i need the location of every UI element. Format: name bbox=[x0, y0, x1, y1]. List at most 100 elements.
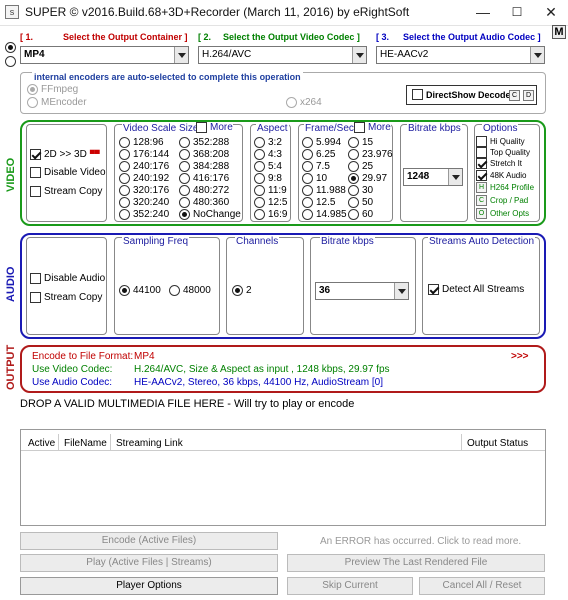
aspect-option[interactable]: 4:3 bbox=[254, 149, 282, 160]
aspect-option[interactable]: 3:2 bbox=[254, 137, 282, 148]
scale-option[interactable]: 480:360 bbox=[179, 197, 229, 208]
framerate-more-checkbox[interactable]: More bbox=[354, 122, 391, 133]
video-bitrate-title: Bitrate kbps bbox=[407, 123, 462, 134]
scale-option[interactable]: 416:176 bbox=[179, 173, 229, 184]
3d-glasses-icon: ▀▀ bbox=[89, 151, 100, 158]
fps-option[interactable]: 60 bbox=[348, 209, 373, 220]
output-video-label: Use Video Codec: bbox=[32, 364, 113, 375]
output-container-select[interactable]: MP4 bbox=[20, 46, 189, 64]
h264-profile-button[interactable]: H H264 Profile bbox=[476, 182, 534, 193]
scale-option[interactable]: 176:144 bbox=[119, 149, 169, 160]
scale-option[interactable]: 384:288 bbox=[179, 161, 229, 172]
channels-radio[interactable]: 2 bbox=[232, 285, 252, 296]
cancel-reset-button[interactable]: Cancel All / Reset bbox=[419, 577, 545, 595]
aspect-option[interactable]: 16:9 bbox=[254, 209, 287, 220]
col-divider bbox=[58, 434, 59, 450]
fps-option[interactable]: 14.985 bbox=[302, 209, 347, 220]
stretch-checkbox[interactable]: Stretch It bbox=[476, 158, 522, 169]
audio48k-checkbox[interactable]: 48K Audio bbox=[476, 170, 526, 181]
video-stream-copy-checkbox[interactable]: Stream Copy bbox=[30, 186, 102, 197]
error-message-link[interactable]: An ERROR has occurred. Click to read mor… bbox=[320, 536, 521, 547]
audio-codec-header: [ 3. Select the Output Audio Codec ] bbox=[376, 32, 541, 42]
freq-48000-radio[interactable]: 48000 bbox=[169, 285, 211, 296]
freq-44100-radio[interactable]: 44100 bbox=[119, 285, 161, 296]
chevron-down-icon bbox=[352, 47, 366, 63]
col-streaming-link[interactable]: Streaming Link bbox=[116, 438, 183, 449]
fps-option[interactable]: 6.25 bbox=[302, 149, 335, 160]
video-bitrate-select[interactable]: 1248 bbox=[403, 168, 463, 186]
fps-option[interactable]: 15 bbox=[348, 137, 373, 148]
x264-option: x264 bbox=[286, 97, 322, 108]
col-output-status[interactable]: Output Status bbox=[467, 438, 528, 449]
scale-option[interactable]: 240:176 bbox=[119, 161, 169, 172]
scale-option[interactable]: 352:288 bbox=[179, 137, 229, 148]
drop-zone-text: DROP A VALID MULTIMEDIA FILE HERE - Will… bbox=[20, 398, 355, 410]
scale-option[interactable]: 368:208 bbox=[179, 149, 229, 160]
options-title: Options bbox=[482, 123, 519, 134]
scale-option[interactable]: 352:240 bbox=[119, 209, 169, 220]
output-audio-label: Use Audio Codec: bbox=[32, 377, 113, 388]
fps-option[interactable]: 25 bbox=[348, 161, 373, 172]
other-opts-button[interactable]: O Other Opts bbox=[476, 208, 529, 219]
framerate-title: Frame/Sec bbox=[304, 123, 355, 134]
aspect-option[interactable]: 5:4 bbox=[254, 161, 282, 172]
aspect-option[interactable]: 12:5 bbox=[254, 197, 287, 208]
chevron-down-icon bbox=[530, 47, 544, 63]
col-active[interactable]: Active bbox=[28, 438, 55, 449]
fps-option[interactable]: 10 bbox=[302, 173, 327, 184]
app-icon: s bbox=[5, 5, 19, 19]
play-button[interactable]: Play (Active Files | Streams) bbox=[20, 554, 278, 572]
fps-option[interactable]: 7.5 bbox=[302, 161, 330, 172]
scale-option[interactable]: 320:240 bbox=[119, 197, 169, 208]
fps-option-selected[interactable]: 29.97 bbox=[348, 173, 387, 184]
output-more-button[interactable]: >>> bbox=[511, 351, 529, 362]
player-options-button[interactable]: Player Options bbox=[20, 577, 278, 595]
container-radio-1[interactable] bbox=[5, 42, 16, 53]
crop-pad-button[interactable]: C Crop / Pad bbox=[476, 195, 528, 206]
disable-audio-checkbox[interactable]: Disable Audio bbox=[30, 273, 105, 284]
col-divider bbox=[110, 434, 111, 450]
minimize-button[interactable]: — bbox=[466, 0, 500, 26]
directshow-checkbox[interactable]: DirectShow Decode bbox=[412, 89, 511, 100]
aspect-option[interactable]: 9:8 bbox=[254, 173, 282, 184]
preview-button[interactable]: Preview The Last Rendered File bbox=[287, 554, 545, 572]
audio-stream-copy-checkbox[interactable]: Stream Copy bbox=[30, 292, 102, 303]
fps-option[interactable]: 5.994 bbox=[302, 137, 341, 148]
sampling-freq-title: Sampling Freq bbox=[122, 236, 190, 247]
scale-option-selected[interactable]: NoChange bbox=[179, 209, 241, 220]
directshow-d-button[interactable]: D bbox=[523, 90, 534, 101]
directshow-c-button[interactable]: C bbox=[509, 90, 520, 101]
fps-option[interactable]: 30 bbox=[348, 185, 373, 196]
video-label: VIDEO bbox=[5, 157, 17, 192]
col-filename[interactable]: FileName bbox=[64, 438, 107, 449]
mode3d-checkbox[interactable]: 2D >> 3D ▀▀ bbox=[30, 149, 100, 160]
streams-title: Streams Auto Detection bbox=[428, 236, 536, 247]
disable-video-checkbox[interactable]: Disable Video bbox=[30, 167, 106, 178]
fps-option[interactable]: 50 bbox=[348, 197, 373, 208]
audio-label: AUDIO bbox=[5, 266, 17, 302]
encode-button[interactable]: Encode (Active Files) bbox=[20, 532, 278, 550]
fps-option[interactable]: 11.988 bbox=[302, 185, 346, 196]
maximize-button[interactable]: ☐ bbox=[500, 0, 534, 26]
chevron-down-icon bbox=[174, 47, 188, 63]
scale-option[interactable]: 240:192 bbox=[119, 173, 169, 184]
fps-option[interactable]: 23.976 bbox=[348, 149, 393, 160]
top-quality-checkbox[interactable]: Top Quality bbox=[476, 147, 530, 158]
scale-option[interactable]: 128:96 bbox=[119, 137, 164, 148]
video-codec-select[interactable]: H.264/AVC bbox=[198, 46, 367, 64]
hi-quality-checkbox[interactable]: Hi Quality bbox=[476, 136, 525, 147]
aspect-option[interactable]: 11:9 bbox=[254, 185, 287, 196]
video-codec-header: [ 2. Select the Output Video Codec ] bbox=[198, 32, 360, 42]
scale-more-checkbox[interactable]: More bbox=[196, 122, 233, 133]
container-radio-2[interactable] bbox=[5, 56, 16, 67]
m-button[interactable]: M bbox=[552, 25, 566, 39]
audio-bitrate-select[interactable]: 36 bbox=[315, 282, 409, 300]
scale-option[interactable]: 320:176 bbox=[119, 185, 169, 196]
close-button[interactable]: ✕ bbox=[534, 0, 568, 26]
skip-current-button[interactable]: Skip Current bbox=[287, 577, 413, 595]
output-container-header: [ 1. Select the Output Container ] bbox=[20, 32, 188, 42]
scale-option[interactable]: 480:272 bbox=[179, 185, 229, 196]
fps-option[interactable]: 12.5 bbox=[302, 197, 335, 208]
audio-codec-select[interactable]: HE-AACv2 bbox=[376, 46, 545, 64]
detect-streams-checkbox[interactable]: Detect All Streams bbox=[428, 284, 524, 295]
